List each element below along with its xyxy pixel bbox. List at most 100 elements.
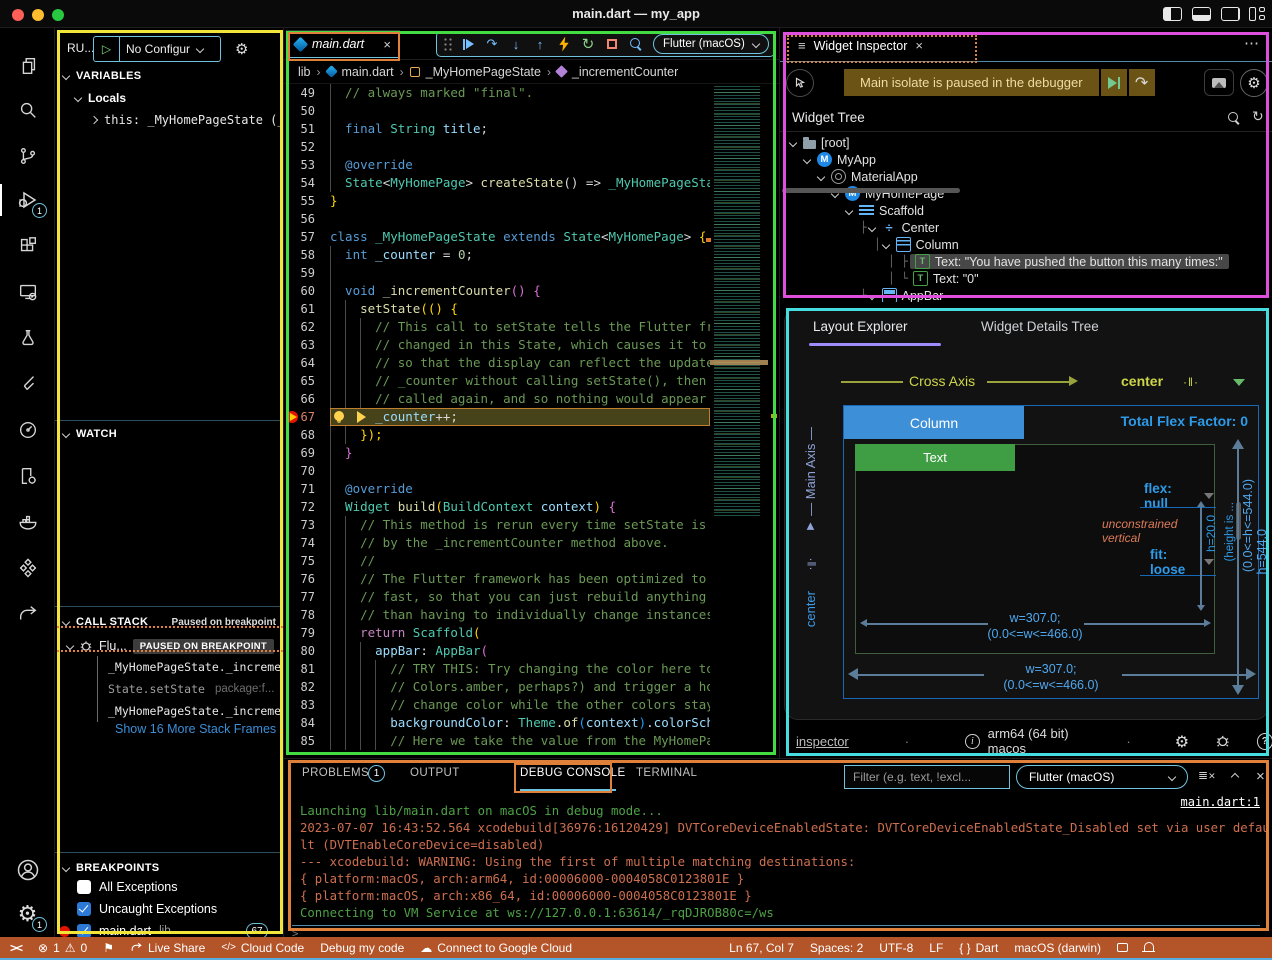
- problems-status[interactable]: ⊗1 ⚠0: [38, 941, 87, 955]
- code-text[interactable]: // Here we take the value from the MyHom…: [330, 732, 710, 750]
- console-session-dropdown[interactable]: Flutter (macOS): [1016, 765, 1188, 789]
- chevron-down-icon[interactable]: [803, 155, 811, 163]
- breadcrumb-method[interactable]: _incrementCounter: [572, 65, 678, 79]
- line-number[interactable]: 57: [284, 228, 330, 246]
- chevron-down-icon[interactable]: [845, 206, 853, 214]
- tab-terminal[interactable]: TERMINAL: [636, 767, 697, 779]
- line-number[interactable]: 74: [284, 534, 330, 552]
- tab-widget-details-tree[interactable]: Widget Details Tree: [981, 319, 1099, 334]
- code-text[interactable]: // by the _incrementCounter method above…: [330, 534, 710, 552]
- code-text[interactable]: return Scaffold(: [330, 624, 710, 642]
- selected-widget-row[interactable]: TText: "You have pushed the button this …: [910, 254, 1229, 269]
- start-debug-button[interactable]: ▷: [94, 37, 120, 61]
- screenshot-icon[interactable]: [1204, 69, 1234, 96]
- code-text[interactable]: [330, 102, 710, 120]
- line-number[interactable]: 52: [284, 138, 330, 156]
- code-text[interactable]: // than having to individually change in…: [330, 606, 710, 624]
- launch-config-dropdown[interactable]: No Configur: [120, 42, 220, 56]
- code-line-68[interactable]: 68 });: [284, 426, 779, 444]
- column-widget-box[interactable]: Column Total Flex Factor: 0 Text flex: n…: [843, 405, 1259, 699]
- flutter-icon[interactable]: [0, 364, 55, 404]
- docker-icon[interactable]: [0, 502, 55, 542]
- line-number[interactable]: 81: [284, 660, 330, 678]
- code-text[interactable]: int _counter = 0;: [330, 246, 710, 264]
- widget-row-content[interactable]: ÷Center: [879, 220, 940, 235]
- locals-row[interactable]: Locals: [55, 88, 284, 108]
- widget-row-content[interactable]: AppBar: [879, 288, 944, 302]
- code-line-55[interactable]: 55}: [284, 192, 779, 210]
- select-widget-mode-icon[interactable]: [786, 69, 814, 97]
- line-number[interactable]: 82: [284, 678, 330, 696]
- hot-reload-button[interactable]: [553, 33, 575, 55]
- step-into-button[interactable]: ↓: [505, 33, 527, 55]
- code-text[interactable]: [330, 462, 710, 480]
- code-line-76[interactable]: 76 // The Flutter framework has been opt…: [284, 570, 779, 588]
- code-text[interactable]: // changed in this State, which causes i…: [330, 336, 710, 354]
- toolbar-drag-grip[interactable]: [443, 37, 453, 51]
- code-text[interactable]: }: [330, 192, 710, 210]
- show-more-frames-link[interactable]: Show 16 More Stack Frames: [115, 722, 276, 736]
- minimap[interactable]: [710, 84, 768, 758]
- device-selector[interactable]: Flutter (macOS): [653, 34, 769, 54]
- widget-tree-row-column[interactable]: │Column: [780, 236, 1272, 253]
- code-text[interactable]: // Colors.amber, perhaps?) and trigger a…: [330, 678, 710, 696]
- help-icon[interactable]: ?: [1257, 733, 1272, 750]
- code-text[interactable]: @override: [330, 480, 710, 498]
- widget-tree-row-center[interactable]: ├÷Center: [780, 219, 1272, 236]
- console-filter-input[interactable]: [844, 765, 1010, 789]
- feedback-icon[interactable]: [1117, 943, 1128, 952]
- devtools-icon[interactable]: [0, 410, 55, 450]
- code-line-63[interactable]: 63 // changed in this State, which cause…: [284, 336, 779, 354]
- widget-tree-row-scaffold[interactable]: Scaffold: [780, 202, 1272, 219]
- pieces-icon[interactable]: [0, 548, 55, 588]
- cursor-position[interactable]: Ln 67, Col 7: [729, 941, 794, 955]
- refresh-icon[interactable]: ↻: [1252, 109, 1264, 125]
- code-text[interactable]: Widget build(BuildContext context) {: [330, 498, 710, 516]
- code-text[interactable]: // _counter without calling setState(), …: [330, 372, 710, 390]
- notifications-bell-icon[interactable]: [1144, 944, 1154, 951]
- live-share-button[interactable]: Live Share: [130, 941, 205, 955]
- search-icon[interactable]: [0, 90, 55, 130]
- code-text[interactable]: });: [330, 426, 710, 444]
- line-number[interactable]: 67: [284, 408, 330, 426]
- code-line-52[interactable]: 52: [284, 138, 779, 156]
- widget-row-content[interactable]: MMyApp: [814, 152, 876, 167]
- code-text[interactable]: appBar: AppBar(: [330, 642, 710, 660]
- run-and-debug-icon[interactable]: 1: [0, 180, 55, 220]
- extensions-icon[interactable]: [0, 226, 55, 266]
- line-number[interactable]: 53: [284, 156, 330, 174]
- code-line-66[interactable]: 66 // called again, and so nothing would…: [284, 390, 779, 408]
- line-number[interactable]: 64: [284, 354, 330, 372]
- step-out-button[interactable]: ↑: [529, 33, 551, 55]
- code-text[interactable]: [330, 264, 710, 282]
- line-number[interactable]: 59: [284, 264, 330, 282]
- stack-frame[interactable]: _MyHomePageState._incrementCo: [108, 700, 283, 722]
- line-number[interactable]: 68: [284, 426, 330, 444]
- debug-my-code-button[interactable]: Debug my code: [320, 941, 404, 955]
- tab-layout-explorer[interactable]: Layout Explorer: [813, 319, 908, 334]
- code-line-79[interactable]: 79 return Scaffold(: [284, 624, 779, 642]
- code-text[interactable]: // called again, and so nothing would ap…: [330, 390, 710, 408]
- horizontal-scrollbar[interactable]: [782, 188, 960, 193]
- code-text[interactable]: // change color while the other colors s…: [330, 696, 710, 714]
- code-line-74[interactable]: 74 // by the _incrementCounter method ab…: [284, 534, 779, 552]
- line-number[interactable]: 55: [284, 192, 330, 210]
- code-line-69[interactable]: 69 }: [284, 444, 779, 462]
- code-text[interactable]: final String title;: [330, 120, 710, 138]
- code-line-80[interactable]: 80 appBar: AppBar(: [284, 642, 779, 660]
- chevron-down-icon[interactable]: [867, 291, 875, 299]
- code-line-71[interactable]: 71 @override: [284, 480, 779, 498]
- widget-tree-row--root-[interactable]: [root]: [780, 134, 1272, 151]
- close-panel-icon[interactable]: ×: [1256, 768, 1265, 785]
- code-line-60[interactable]: 60 void _incrementCounter() {: [284, 282, 779, 300]
- explorer-icon[interactable]: [0, 46, 55, 86]
- stop-button[interactable]: [601, 33, 623, 55]
- code-line-65[interactable]: 65 // _counter without calling setState(…: [284, 372, 779, 390]
- line-number[interactable]: 49: [284, 84, 330, 102]
- text-widget-header[interactable]: Text: [855, 444, 1015, 471]
- breadcrumb-class[interactable]: _MyHomePageState: [426, 65, 541, 79]
- line-number[interactable]: 85: [284, 732, 330, 750]
- report-bug-icon[interactable]: [1215, 733, 1230, 749]
- tab-problems[interactable]: PROBLEMS: [302, 767, 369, 779]
- code-line-81[interactable]: 81 // TRY THIS: Try changing the color h…: [284, 660, 779, 678]
